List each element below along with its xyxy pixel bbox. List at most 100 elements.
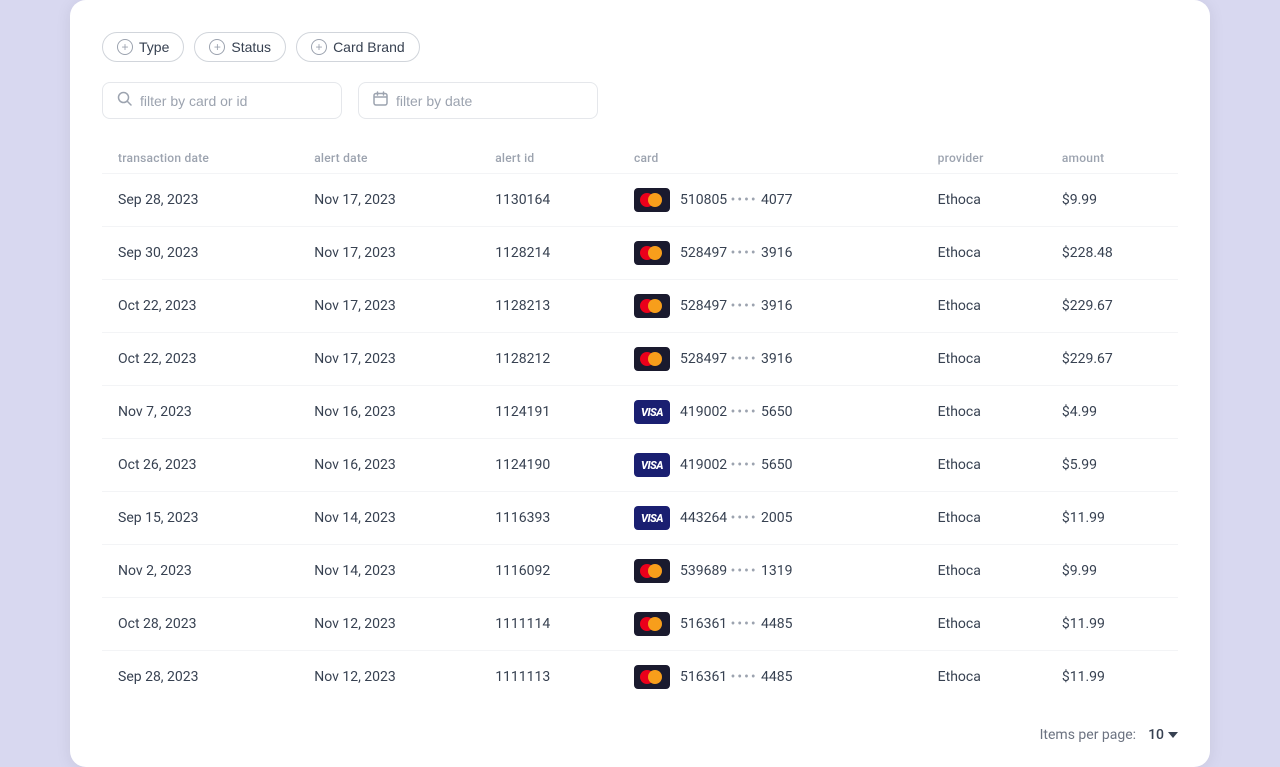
cell-alert-date: Nov 17, 2023: [298, 174, 479, 227]
cell-alert-id: 1124190: [479, 439, 618, 492]
col-transaction-date: transaction date: [102, 143, 298, 174]
cell-alert-id: 1130164: [479, 174, 618, 227]
table-row[interactable]: Oct 26, 2023Nov 16, 20231124190VISA41900…: [102, 439, 1178, 492]
card-cell: 510805 •••• 4077: [634, 188, 906, 212]
mastercard-icon: [634, 294, 670, 318]
cell-alert-date: Nov 12, 2023: [298, 651, 479, 704]
mastercard-icon: [634, 241, 670, 265]
card-number: 528497 •••• 3916: [680, 245, 793, 261]
type-filter-button[interactable]: + Type: [102, 32, 184, 62]
table-row[interactable]: Sep 28, 2023Nov 17, 20231130164 510805 •…: [102, 174, 1178, 227]
card-number: 443264 •••• 2005: [680, 510, 793, 526]
mastercard-icon: [634, 665, 670, 689]
card-cell: 539689 •••• 1319: [634, 559, 906, 583]
card-number: 419002 •••• 5650: [680, 404, 793, 420]
cell-transaction-date: Sep 15, 2023: [102, 492, 298, 545]
table-row[interactable]: Sep 30, 2023Nov 17, 20231128214 528497 •…: [102, 227, 1178, 280]
cell-amount: $229.67: [1046, 280, 1178, 333]
cell-alert-date: Nov 16, 2023: [298, 386, 479, 439]
cell-card: 516361 •••• 4485: [618, 651, 922, 704]
type-plus-icon: +: [117, 39, 133, 55]
col-provider: provider: [922, 143, 1046, 174]
items-per-page-label: Items per page:: [1040, 727, 1136, 743]
card-number: 516361 •••• 4485: [680, 669, 793, 685]
cell-card: 539689 •••• 1319: [618, 545, 922, 598]
table-header-row: transaction date alert date alert id car…: [102, 143, 1178, 174]
table-row[interactable]: Sep 28, 2023Nov 12, 20231111113 516361 •…: [102, 651, 1178, 704]
cell-provider: Ethoca: [922, 227, 1046, 280]
cell-alert-id: 1116393: [479, 492, 618, 545]
cell-alert-id: 1111113: [479, 651, 618, 704]
chevron-down-icon: [1168, 732, 1178, 738]
cell-provider: Ethoca: [922, 651, 1046, 704]
cell-amount: $5.99: [1046, 439, 1178, 492]
cell-transaction-date: Sep 28, 2023: [102, 174, 298, 227]
col-card: card: [618, 143, 922, 174]
cell-amount: $11.99: [1046, 651, 1178, 704]
filter-buttons-row: + Type + Status + Card Brand: [102, 32, 1178, 62]
cell-amount: $11.99: [1046, 598, 1178, 651]
type-filter-label: Type: [139, 39, 169, 55]
cell-amount: $9.99: [1046, 174, 1178, 227]
col-alert-date: alert date: [298, 143, 479, 174]
card-brand-filter-button[interactable]: + Card Brand: [296, 32, 420, 62]
search-row: [102, 82, 1178, 119]
cell-provider: Ethoca: [922, 598, 1046, 651]
card-search-wrap: [102, 82, 342, 119]
date-filter-wrap: [358, 82, 598, 119]
cell-alert-date: Nov 17, 2023: [298, 333, 479, 386]
items-per-page-dropdown[interactable]: 10: [1148, 727, 1178, 743]
table-row[interactable]: Oct 22, 2023Nov 17, 20231128213 528497 •…: [102, 280, 1178, 333]
calendar-icon: [373, 91, 388, 110]
cell-provider: Ethoca: [922, 492, 1046, 545]
cell-alert-date: Nov 17, 2023: [298, 227, 479, 280]
cell-alert-date: Nov 16, 2023: [298, 439, 479, 492]
card-cell: 528497 •••• 3916: [634, 294, 906, 318]
card-brand-filter-label: Card Brand: [333, 39, 405, 55]
table-row[interactable]: Sep 15, 2023Nov 14, 20231116393VISA44326…: [102, 492, 1178, 545]
card-number: 528497 •••• 3916: [680, 351, 793, 367]
card-cell: VISA419002 •••• 5650: [634, 453, 906, 477]
date-filter-input[interactable]: [396, 93, 583, 109]
cell-provider: Ethoca: [922, 333, 1046, 386]
cell-card: 510805 •••• 4077: [618, 174, 922, 227]
mastercard-icon: [634, 612, 670, 636]
cell-card: 528497 •••• 3916: [618, 227, 922, 280]
cell-transaction-date: Sep 28, 2023: [102, 651, 298, 704]
card-search-input[interactable]: [140, 93, 327, 109]
cell-alert-date: Nov 17, 2023: [298, 280, 479, 333]
table-row[interactable]: Oct 22, 2023Nov 17, 20231128212 528497 •…: [102, 333, 1178, 386]
cell-transaction-date: Nov 7, 2023: [102, 386, 298, 439]
cell-provider: Ethoca: [922, 439, 1046, 492]
cell-provider: Ethoca: [922, 386, 1046, 439]
mastercard-icon: [634, 559, 670, 583]
table-row[interactable]: Nov 2, 2023Nov 14, 20231116092 539689 ••…: [102, 545, 1178, 598]
status-filter-button[interactable]: + Status: [194, 32, 286, 62]
cell-amount: $229.67: [1046, 333, 1178, 386]
cell-amount: $11.99: [1046, 492, 1178, 545]
transactions-table: transaction date alert date alert id car…: [102, 143, 1178, 703]
card-number: 510805 •••• 4077: [680, 192, 793, 208]
cell-alert-id: 1124191: [479, 386, 618, 439]
cell-alert-id: 1116092: [479, 545, 618, 598]
cell-amount: $9.99: [1046, 545, 1178, 598]
card-number: 516361 •••• 4485: [680, 616, 793, 632]
cell-transaction-date: Oct 22, 2023: [102, 280, 298, 333]
search-icon: [117, 91, 132, 110]
cell-amount: $4.99: [1046, 386, 1178, 439]
card-brand-plus-icon: +: [311, 39, 327, 55]
col-amount: amount: [1046, 143, 1178, 174]
cell-card: 516361 •••• 4485: [618, 598, 922, 651]
table-row[interactable]: Nov 7, 2023Nov 16, 20231124191 VISA 419002…: [102, 386, 1178, 439]
cell-alert-date: Nov 14, 2023: [298, 545, 479, 598]
visa-icon: VISA: [634, 400, 670, 424]
cell-card: 528497 •••• 3916: [618, 280, 922, 333]
cell-transaction-date: Nov 2, 2023: [102, 545, 298, 598]
cell-alert-id: 1111114: [479, 598, 618, 651]
cell-amount: $228.48: [1046, 227, 1178, 280]
visa-icon: VISA: [634, 506, 670, 530]
cell-transaction-date: Oct 22, 2023: [102, 333, 298, 386]
cell-transaction-date: Oct 28, 2023: [102, 598, 298, 651]
table-row[interactable]: Oct 28, 2023Nov 12, 20231111114 516361 •…: [102, 598, 1178, 651]
main-card: + Type + Status + Card Brand: [70, 0, 1210, 767]
